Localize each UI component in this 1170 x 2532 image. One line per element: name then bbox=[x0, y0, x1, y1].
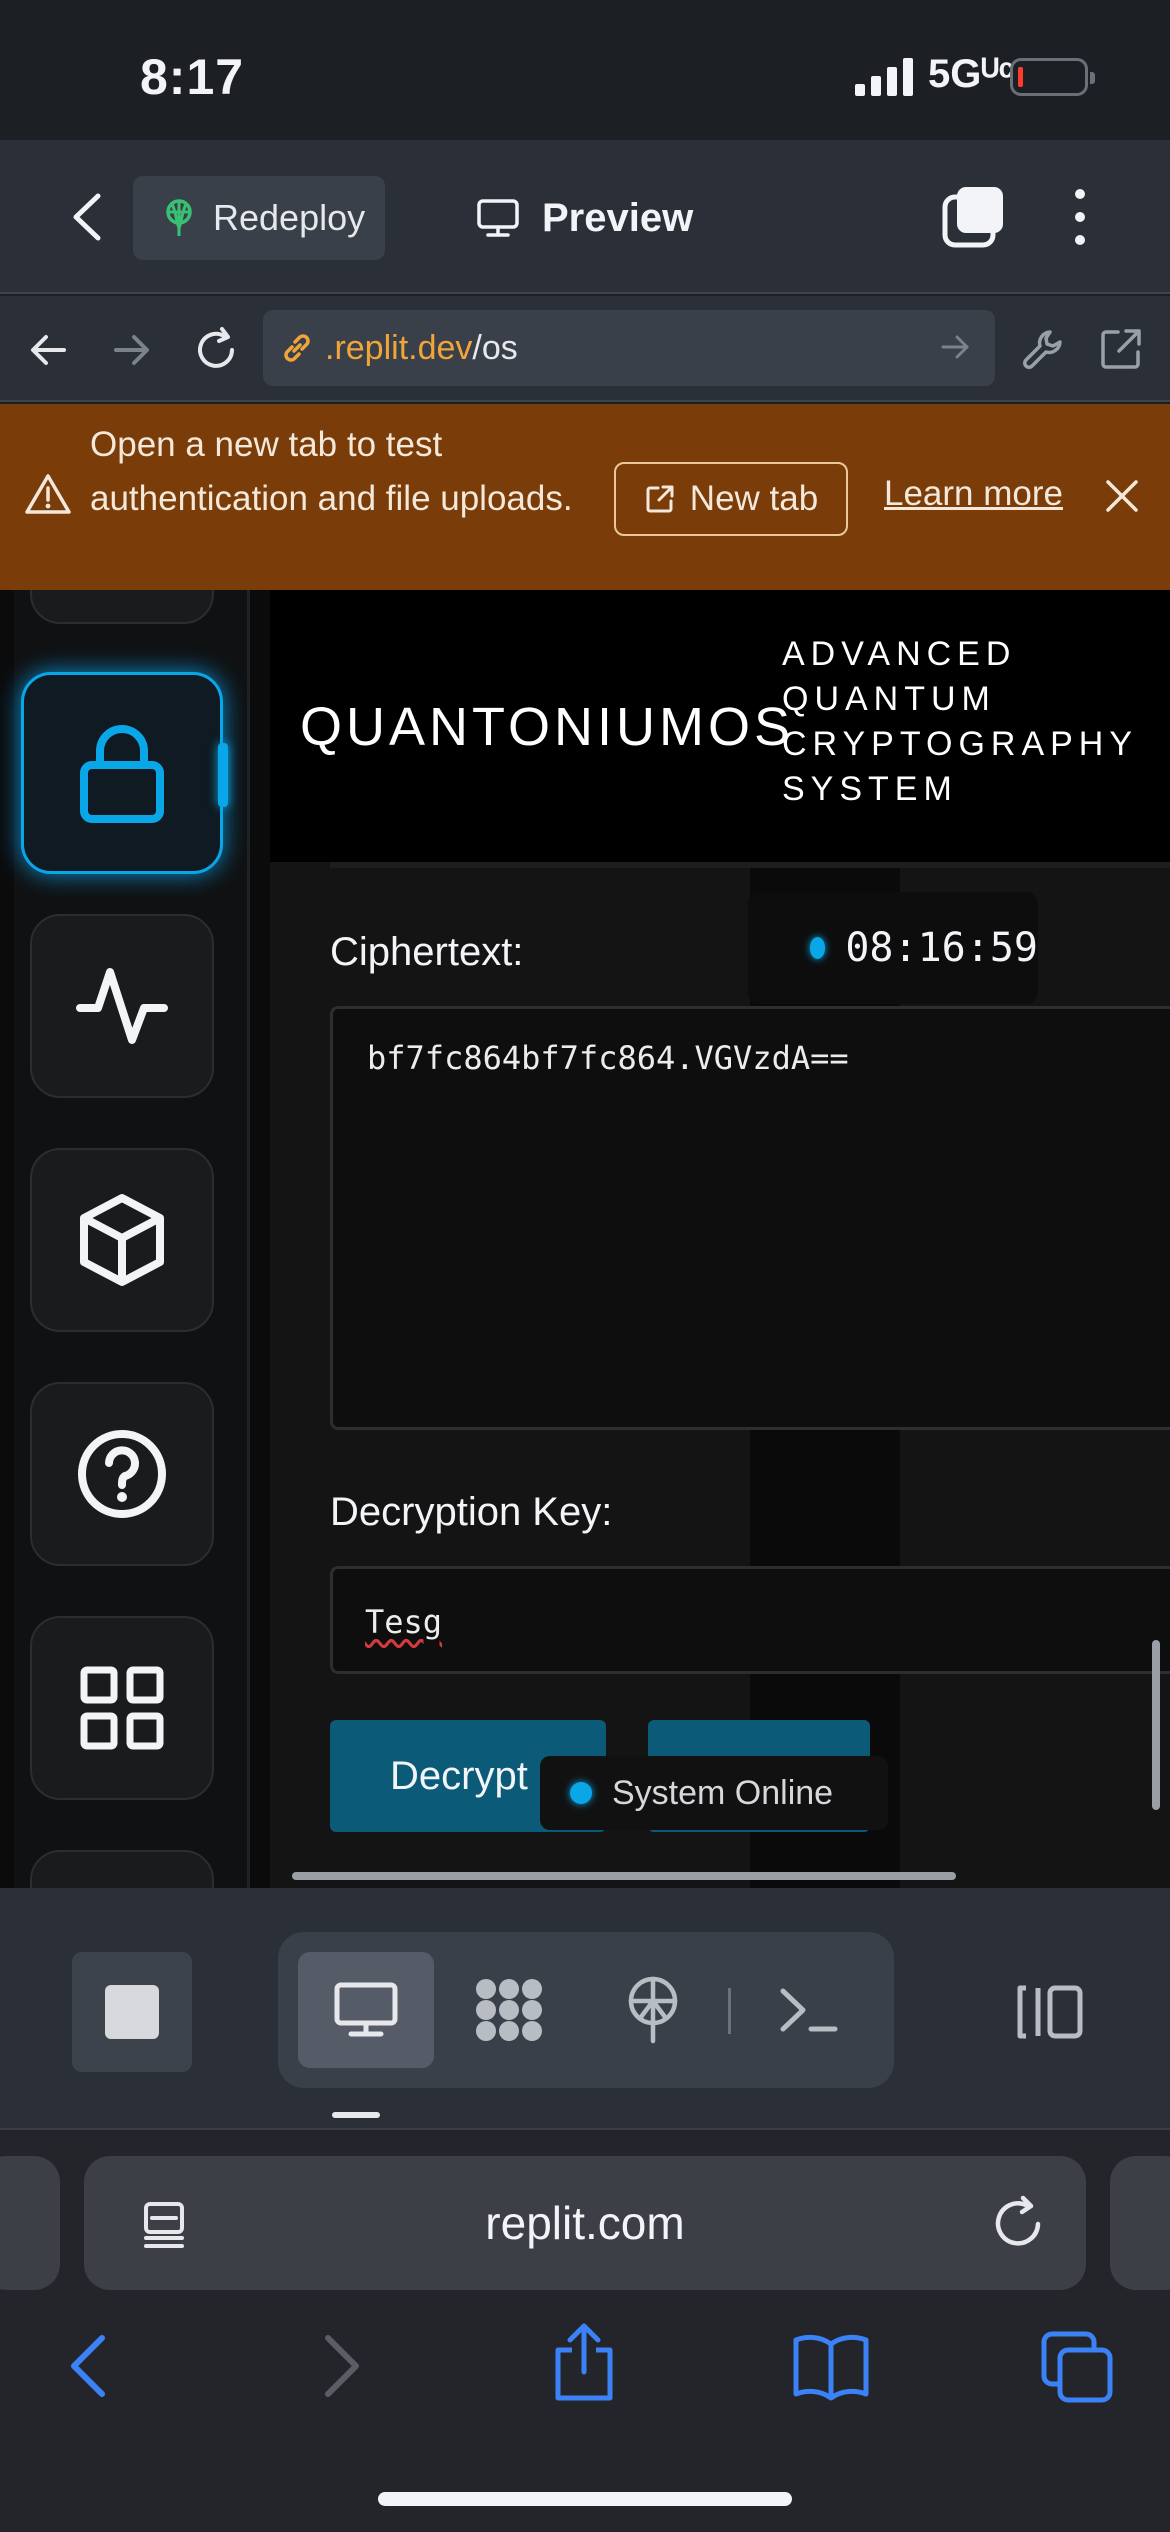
vertical-scrollbar[interactable] bbox=[1152, 1640, 1160, 1810]
stop-button[interactable] bbox=[72, 1952, 192, 2072]
safari-address-bar[interactable]: replit.com bbox=[84, 2156, 1086, 2290]
url-host: .replit.dev bbox=[325, 328, 473, 367]
url-toolbar: .replit.dev/os bbox=[0, 296, 1170, 402]
link-icon bbox=[284, 334, 310, 362]
tool-agent-button[interactable] bbox=[454, 1952, 564, 2068]
workspace-toolbar bbox=[0, 1888, 1170, 2128]
app-sidebar bbox=[14, 590, 250, 1888]
browser-forward-icon[interactable] bbox=[112, 330, 152, 370]
back-chevron-icon[interactable] bbox=[60, 188, 114, 246]
sidebar-item-activity[interactable] bbox=[30, 914, 214, 1098]
battery-icon bbox=[1010, 58, 1095, 96]
decryption-key-input[interactable]: Tesg bbox=[330, 1566, 1170, 1674]
system-status-dot bbox=[570, 1782, 592, 1804]
help-icon bbox=[78, 1430, 166, 1518]
tool-switcher bbox=[278, 1932, 894, 2088]
preview-tab[interactable]: Preview bbox=[476, 176, 693, 260]
sidebar-item-previous[interactable] bbox=[30, 590, 214, 624]
monitor-icon bbox=[334, 1982, 398, 2037]
clock-time: 08:16:59 bbox=[845, 925, 1038, 971]
activity-icon bbox=[76, 968, 168, 1044]
bookmarks-icon[interactable] bbox=[792, 2330, 870, 2402]
open-tabs-icon[interactable] bbox=[940, 184, 1006, 250]
cellular-signal-icon bbox=[855, 58, 913, 96]
cube-icon bbox=[80, 1194, 164, 1286]
external-link-icon bbox=[646, 485, 674, 513]
horizontal-scrollbar[interactable] bbox=[292, 1872, 956, 1880]
warning-icon bbox=[25, 474, 71, 514]
sidebar-item-encryption[interactable] bbox=[21, 672, 223, 874]
os-title: QUANTONIUMOS bbox=[300, 697, 795, 757]
sidebar-item-modules[interactable] bbox=[30, 1148, 214, 1332]
ciphertext-textarea[interactable]: bf7fc864bf7fc864.VGVzdA== bbox=[330, 1006, 1170, 1430]
tool-divider bbox=[728, 1988, 731, 2034]
open-external-icon[interactable] bbox=[1098, 326, 1144, 372]
go-arrow-icon[interactable] bbox=[939, 330, 973, 364]
redeploy-label: Redeploy bbox=[213, 197, 366, 238]
preview-label: Preview bbox=[542, 195, 694, 240]
decryption-key-label: Decryption Key: bbox=[330, 1490, 613, 1534]
warning-banner: Open a new tab to test authentication an… bbox=[0, 404, 1170, 590]
terminal-icon bbox=[780, 1988, 838, 2032]
deploy-icon bbox=[628, 1976, 678, 2044]
browser-back-icon[interactable] bbox=[28, 330, 68, 370]
next-tab-preview[interactable] bbox=[1110, 2156, 1170, 2290]
new-tab-label: New tab bbox=[689, 479, 819, 518]
status-bar: 8:17 5Gᵁᶜ bbox=[0, 0, 1170, 140]
ciphertext-label: Ciphertext: bbox=[330, 930, 524, 974]
app-webview: QUANTONIUMOS ADVANCED QUANTUM CRYPTOGRAP… bbox=[0, 590, 1170, 1888]
tabs-overview-icon[interactable] bbox=[1040, 2330, 1114, 2404]
tool-deploy-button[interactable] bbox=[598, 1952, 708, 2068]
monitor-icon bbox=[477, 199, 519, 237]
panel-toggle-icon bbox=[1017, 1985, 1083, 2039]
clock-chip: 08:16:59 bbox=[748, 892, 1038, 1004]
new-tab-button[interactable]: New tab bbox=[614, 462, 848, 536]
safari-bottom-bar: replit.com bbox=[0, 2128, 1170, 2532]
reload-icon[interactable] bbox=[192, 326, 240, 374]
panel-top-border bbox=[330, 862, 1170, 868]
active-indicator bbox=[218, 743, 228, 807]
agent-icon bbox=[476, 1979, 542, 2041]
safari-address-text: replit.com bbox=[485, 2197, 685, 2249]
active-tool-indicator bbox=[332, 2112, 380, 2118]
ciphertext-value: bf7fc864bf7fc864.VGVzdA== bbox=[367, 1039, 849, 1077]
os-subtitle: ADVANCED QUANTUM CRYPTOGRAPHY SYSTEM bbox=[782, 635, 1138, 808]
system-status-label: System Online bbox=[612, 1773, 834, 1812]
tool-shell-button[interactable] bbox=[754, 1952, 864, 2068]
url-path: /os bbox=[472, 328, 518, 367]
deploy-icon bbox=[166, 199, 192, 236]
redeploy-button[interactable]: Redeploy bbox=[133, 176, 385, 260]
app-header: Redeploy Preview bbox=[0, 140, 1170, 294]
grid-icon bbox=[80, 1666, 164, 1750]
os-header: QUANTONIUMOS ADVANCED QUANTUM CRYPTOGRAP… bbox=[270, 590, 1170, 862]
status-time: 8:17 bbox=[140, 49, 245, 105]
safari-forward-icon[interactable] bbox=[316, 2330, 368, 2402]
close-icon[interactable] bbox=[1104, 478, 1140, 514]
devtools-wrench-icon[interactable] bbox=[1020, 326, 1068, 374]
learn-more-link[interactable]: Learn more bbox=[884, 474, 1063, 514]
sidebar-item-apps[interactable] bbox=[30, 1616, 214, 1800]
home-indicator bbox=[378, 2492, 792, 2506]
lock-icon bbox=[80, 725, 164, 823]
banner-message: Open a new tab to test authentication an… bbox=[90, 425, 573, 518]
system-status-chip: System Online bbox=[540, 1756, 888, 1830]
sidebar-item-help[interactable] bbox=[30, 1382, 214, 1566]
tool-preview-button[interactable] bbox=[298, 1952, 434, 2068]
reload-icon[interactable] bbox=[990, 2194, 1048, 2252]
decryption-key-value: Tesg bbox=[365, 1603, 443, 1641]
sidebar-item-next[interactable] bbox=[30, 1850, 214, 1888]
clock-status-dot bbox=[810, 937, 826, 959]
safari-back-icon[interactable] bbox=[62, 2330, 114, 2402]
url-field[interactable]: .replit.dev/os bbox=[263, 310, 995, 386]
panel-layout-button[interactable] bbox=[990, 1952, 1110, 2072]
share-icon[interactable] bbox=[548, 2320, 620, 2404]
stop-icon bbox=[105, 1985, 159, 2039]
more-options-icon[interactable] bbox=[1060, 184, 1100, 250]
previous-tab-preview[interactable] bbox=[0, 2156, 60, 2290]
network-type: 5Gᵁᶜ bbox=[928, 52, 1014, 96]
